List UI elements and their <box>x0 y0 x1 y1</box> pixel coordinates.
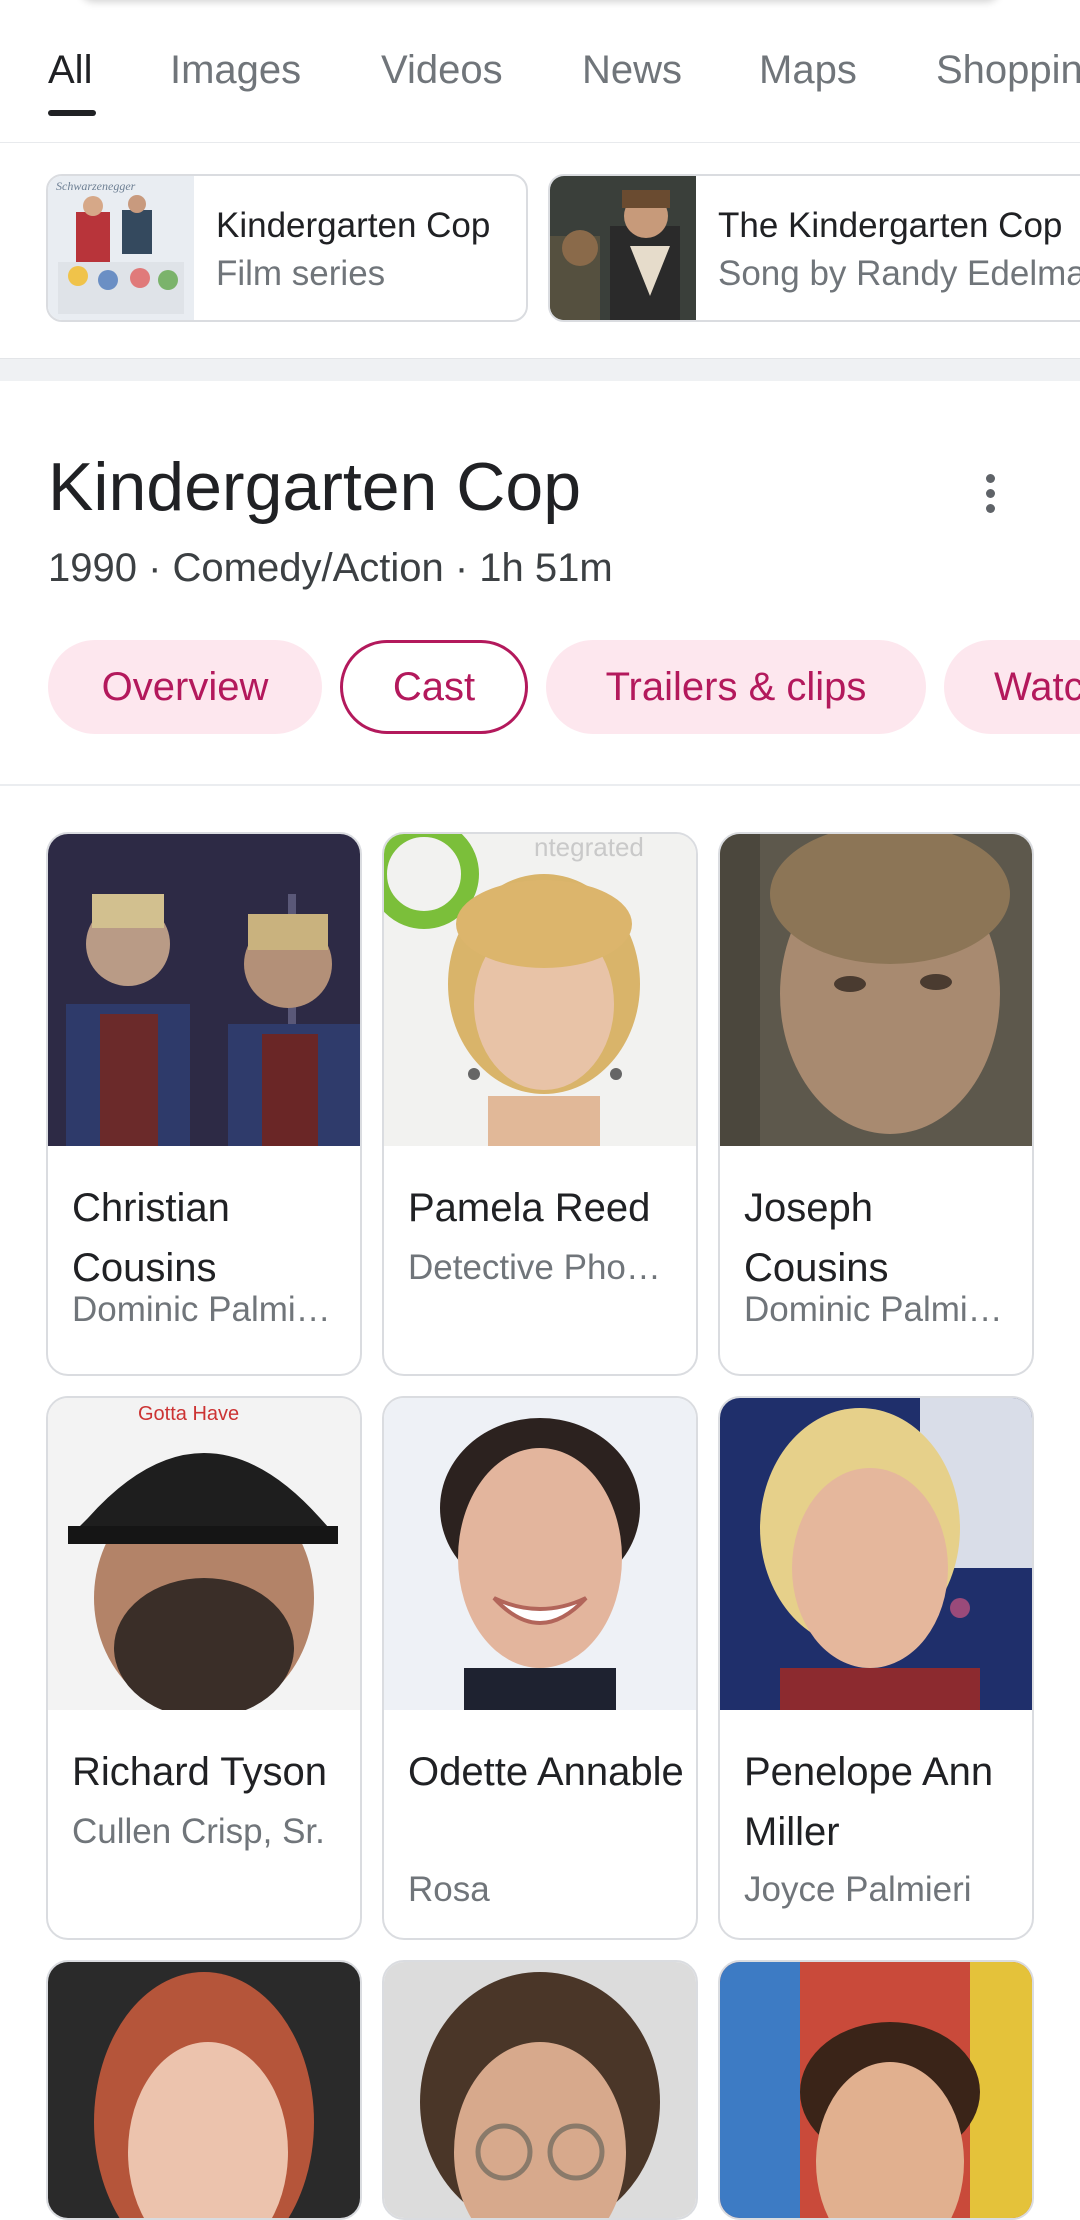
cast-card[interactable]: Odette Annable Rosa <box>382 1396 698 1940</box>
cast-photo <box>384 1962 696 2218</box>
cast-name: Joseph Cousins <box>744 1186 889 1290</box>
cast-photo <box>720 1962 1032 2218</box>
pill-trailers-clips[interactable]: Trailers & clips <box>546 640 926 734</box>
related-title: The Kindergarten Cop <box>718 206 1063 245</box>
cast-role: Rosa <box>408 1870 490 1909</box>
tab-news[interactable]: News <box>582 48 682 93</box>
pill-overview[interactable]: Overview <box>48 640 322 734</box>
cast-photo <box>48 834 360 1146</box>
related-subtitle: Song by Randy Edelma <box>718 254 1080 293</box>
cap-logo-text: Gotta Have <box>138 1403 239 1425</box>
cast-card[interactable]: Gotta Have Richard Tyson Cullen Crisp, S… <box>46 1396 362 1940</box>
tab-shopping[interactable]: Shoppin <box>936 48 1080 93</box>
film-series-thumbnail: Schwarzenegger <box>48 176 194 320</box>
cast-card[interactable]: Joseph Cousins Dominic Palmi… <box>718 832 1034 1376</box>
search-tabs: All Images Videos News Maps Shoppin <box>0 0 1080 143</box>
tab-all[interactable]: All <box>48 48 92 93</box>
cast-role: Cullen Crisp, Sr. <box>72 1812 325 1851</box>
tab-maps[interactable]: Maps <box>759 48 857 93</box>
backdrop-text: ntegrated <box>534 834 644 862</box>
related-film-series-card[interactable]: Schwarzenegger Kindergarten Cop Film ser… <box>46 174 528 322</box>
cast-photo <box>720 1398 1032 1710</box>
pill-cast[interactable]: Cast <box>340 640 528 734</box>
section-separator <box>0 358 1080 381</box>
related-title: Kindergarten Cop <box>216 206 491 245</box>
related-subtitle: Film series <box>216 254 386 293</box>
cast-name: Pamela Reed <box>408 1186 651 1230</box>
song-thumbnail <box>550 176 696 320</box>
cast-card[interactable] <box>718 1960 1034 2220</box>
cast-name: Penelope Ann Miller <box>744 1750 994 1854</box>
cast-card[interactable]: Penelope Ann Miller Joyce Palmieri <box>718 1396 1034 1940</box>
cast-role: Detective Pho… <box>408 1248 661 1287</box>
active-tab-indicator <box>48 110 96 116</box>
cast-name: Richard Tyson <box>72 1750 327 1794</box>
cast-role: Dominic Palmi… <box>72 1290 331 1329</box>
cast-role: Joyce Palmieri <box>744 1870 972 1909</box>
tab-images[interactable]: Images <box>170 48 301 93</box>
cast-card[interactable]: Christian Cousins Dominic Palmi… <box>46 832 362 1376</box>
cast-photo <box>48 1962 360 2218</box>
movie-title: Kindergarten Cop <box>48 449 582 525</box>
section-divider <box>0 784 1080 786</box>
tab-videos[interactable]: Videos <box>381 48 503 93</box>
cast-photo: Gotta Have <box>48 1398 360 1710</box>
cast-role: Dominic Palmi… <box>744 1290 1003 1329</box>
cast-card[interactable] <box>382 1960 698 2220</box>
cast-photo <box>720 834 1032 1146</box>
related-song-card[interactable]: The Kindergarten Cop Song by Randy Edelm… <box>548 174 1080 322</box>
pill-watch[interactable]: Watc <box>944 640 1080 734</box>
more-options-icon[interactable] <box>978 474 1002 518</box>
cast-photo <box>384 1398 696 1710</box>
thumb-logo-text: Schwarzenegger <box>56 179 136 193</box>
cast-card[interactable] <box>46 1960 362 2220</box>
cast-name: Odette Annable <box>408 1750 684 1794</box>
cast-photo: ntegrated <box>384 834 696 1146</box>
cast-name: Christian Cousins <box>72 1186 230 1290</box>
cast-card[interactable]: ntegrated Pamela Reed Detective Pho… <box>382 832 698 1376</box>
movie-meta: 1990 · Comedy/Action · 1h 51m <box>48 546 613 590</box>
